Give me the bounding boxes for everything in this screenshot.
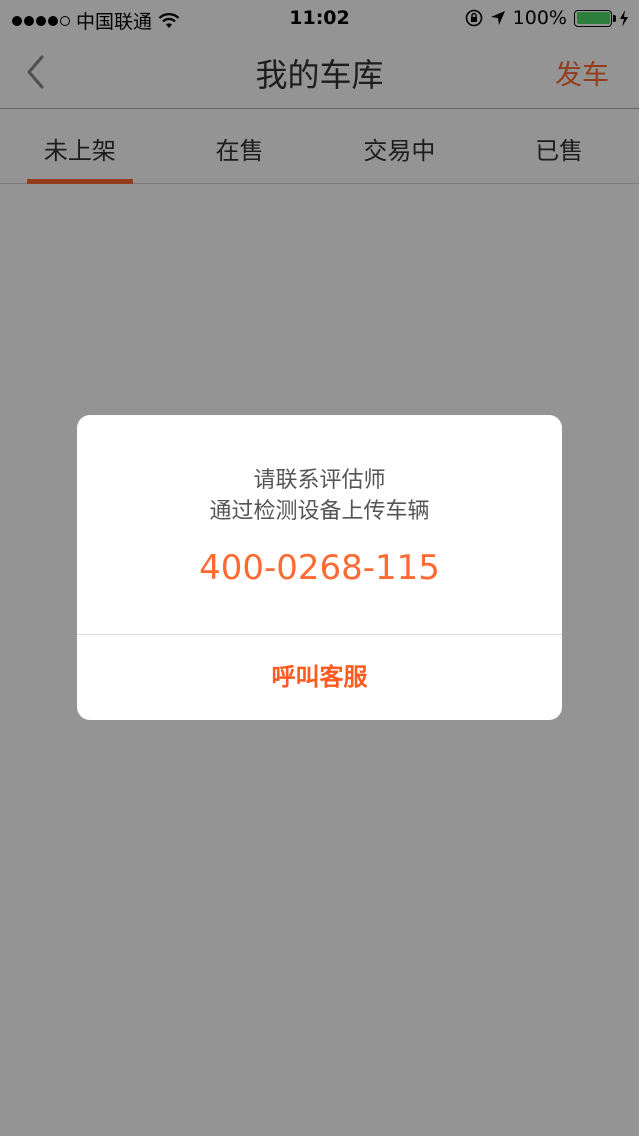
dialog-message-line1: 请联系评估师 [253, 468, 386, 493]
contact-dialog: 请联系评估师 通过检测设备上传车辆 400-0268-115 呼叫客服 [77, 415, 562, 720]
dialog-message-line2: 通过检测设备上传车辆 [209, 499, 430, 524]
service-phone-number: 400-0268-115 [199, 548, 440, 588]
call-service-button[interactable]: 呼叫客服 [77, 635, 562, 720]
